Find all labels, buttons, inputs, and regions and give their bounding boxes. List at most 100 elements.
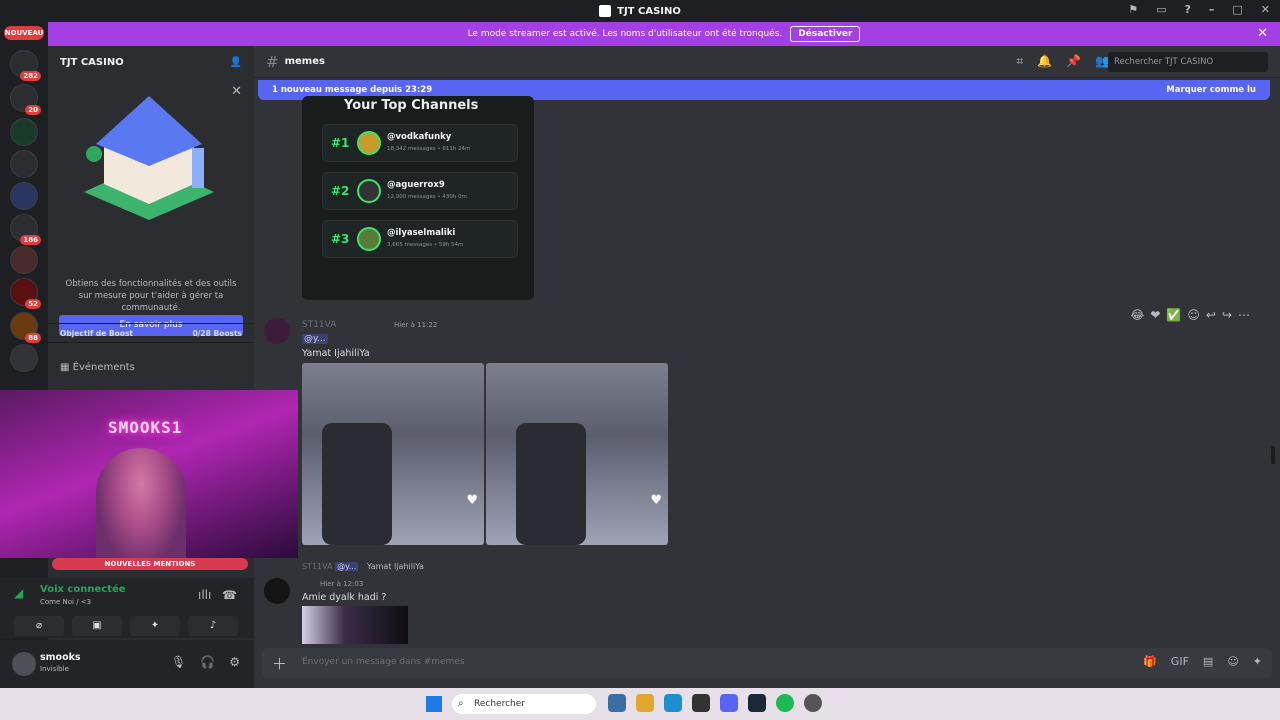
- gif-icon[interactable]: GIF: [1171, 655, 1189, 668]
- more-icon[interactable]: ⋯: [1238, 308, 1250, 322]
- message-author[interactable]: ST11VA: [302, 320, 336, 330]
- headset-icon[interactable]: 🎧: [200, 655, 215, 669]
- app-icon[interactable]: [804, 694, 822, 712]
- heart-icon: ♥: [466, 493, 478, 508]
- message-text: Yamat IjahiliYa: [302, 348, 370, 359]
- close-window-icon[interactable]: ✕: [1261, 3, 1270, 16]
- reply-icon[interactable]: ↩: [1206, 308, 1216, 322]
- rank-meta: 18,342 messages • 611h 24m: [387, 146, 471, 152]
- disconnect-icon[interactable]: ☎: [222, 588, 237, 602]
- events-item[interactable]: ▦ Événements: [60, 362, 135, 373]
- reply-preview[interactable]: ST11VA @y... Yamat IjahiliYa: [302, 562, 424, 571]
- maximize-icon[interactable]: □: [1232, 3, 1242, 16]
- spotify-icon[interactable]: [776, 694, 794, 712]
- server-icon[interactable]: [10, 246, 38, 274]
- add-reaction-icon[interactable]: ☺: [1187, 308, 1200, 322]
- folder-icon[interactable]: [10, 344, 38, 372]
- rank-meta: 3,665 messages • 59h 54m: [387, 242, 464, 248]
- file-explorer-icon[interactable]: [608, 694, 626, 712]
- image-attachment[interactable]: ♥: [302, 363, 484, 545]
- store-icon[interactable]: [692, 694, 710, 712]
- server-icon[interactable]: [10, 118, 38, 146]
- noise-icon[interactable]: ıllı: [198, 588, 211, 602]
- activity-button[interactable]: ✦: [130, 616, 180, 636]
- taskbar: ⌕ Rechercher: [0, 688, 1280, 720]
- apps-icon[interactable]: ✦: [1253, 655, 1262, 668]
- steam-icon[interactable]: [748, 694, 766, 712]
- streamer: [96, 448, 186, 558]
- avatar[interactable]: [264, 318, 290, 344]
- mic-icon[interactable]: 🎙: [171, 655, 186, 669]
- top-channels-title: Your Top Channels: [344, 98, 479, 113]
- heart-emoji-icon[interactable]: ❤: [1150, 308, 1160, 322]
- unread-badge: 20: [25, 105, 41, 115]
- emoji-icon[interactable]: ☺: [1227, 655, 1238, 668]
- image-attachment[interactable]: ♥: [486, 363, 668, 545]
- screen-icon[interactable]: ▭: [1156, 3, 1166, 16]
- calendar-icon: ▦: [60, 362, 73, 373]
- signal-icon: ◢: [14, 586, 24, 600]
- server-icon[interactable]: 186: [10, 214, 41, 245]
- close-icon[interactable]: ✕: [1257, 26, 1268, 41]
- server-icon[interactable]: [10, 182, 38, 210]
- windows-start-icon[interactable]: [426, 696, 442, 712]
- server-header[interactable]: TJT CASINO 👤: [48, 46, 254, 78]
- pin-icon[interactable]: 📌: [1066, 54, 1081, 69]
- sticker-icon[interactable]: ▤: [1203, 655, 1213, 668]
- banner-text: Le mode streamer est activé. Les noms d'…: [467, 29, 783, 39]
- folder-icon[interactable]: [636, 694, 654, 712]
- boost-goal[interactable]: Objectif de Boost 0/28 Boosts: [48, 323, 254, 343]
- server-icon[interactable]: 282: [10, 50, 41, 81]
- server-icon[interactable]: 88: [10, 312, 41, 343]
- avatar[interactable]: [12, 652, 36, 676]
- user-mention[interactable]: @y...: [302, 334, 328, 344]
- voice-panel: ◢ Voix connectée Come Noi / <3 ıllı ☎ ⌀ …: [0, 578, 254, 638]
- minimize-icon[interactable]: –: [1209, 3, 1215, 16]
- mark-read-button[interactable]: Marquer comme lu: [1166, 80, 1256, 100]
- taskbar-search-label: Rechercher: [474, 699, 525, 709]
- server-icon[interactable]: 52: [10, 278, 41, 309]
- reply-author: ST11VA: [302, 562, 333, 571]
- settings-icon[interactable]: ⚙: [229, 655, 240, 669]
- gift-icon[interactable]: 🎁: [1143, 655, 1157, 668]
- screenshare-button[interactable]: ▣: [72, 616, 122, 636]
- rank-meta: 12,900 messages • 430h 0m: [387, 194, 467, 200]
- rank-item: #3 @ilyaselmaliki 3,665 messages • 59h 5…: [322, 220, 518, 258]
- avatar[interactable]: [264, 578, 290, 604]
- voice-channel[interactable]: Come Noi / <3: [40, 598, 91, 606]
- hash-icon: #: [266, 52, 279, 71]
- invite-icon[interactable]: 👤: [230, 57, 242, 68]
- user-status: Invisible: [40, 665, 69, 673]
- new-mentions-pill[interactable]: NOUVELLES MENTIONS: [52, 558, 248, 570]
- channel-header: # memes ⌗ 🔔 📌 👥 Rechercher TJT CASINO: [254, 46, 1280, 78]
- reply-mention: @y...: [335, 562, 359, 571]
- discord-icon[interactable]: [720, 694, 738, 712]
- inbox-icon[interactable]: ⚑: [1128, 3, 1138, 16]
- forward-icon[interactable]: ↪: [1222, 308, 1232, 322]
- rank-number: #3: [331, 232, 350, 246]
- channel-name: memes: [284, 56, 325, 67]
- help-icon[interactable]: ?: [1184, 3, 1190, 16]
- server-icon[interactable]: 20: [10, 84, 41, 115]
- scrollbar[interactable]: [1271, 446, 1275, 464]
- search-input[interactable]: Rechercher TJT CASINO: [1108, 52, 1268, 72]
- camera-button[interactable]: ⌀: [14, 616, 64, 636]
- message-composer[interactable]: ＋ Envoyer un message dans #memes 🎁 GIF ▤…: [262, 648, 1272, 678]
- server-icon[interactable]: [10, 150, 38, 178]
- plus-icon[interactable]: ＋: [272, 653, 287, 674]
- avatar: [357, 179, 381, 203]
- laugh-emoji-icon[interactable]: 😂: [1130, 308, 1144, 322]
- image-attachment[interactable]: [302, 606, 408, 644]
- streamer-banner: Le mode streamer est activé. Les noms d'…: [48, 22, 1280, 46]
- rank-number: #1: [331, 136, 350, 150]
- threads-icon[interactable]: ⌗: [1016, 54, 1023, 69]
- unread-badge: 282: [20, 71, 41, 81]
- edge-icon[interactable]: [664, 694, 682, 712]
- check-emoji-icon[interactable]: ✅: [1166, 308, 1181, 322]
- taskbar-search[interactable]: ⌕ Rechercher: [452, 694, 596, 714]
- close-icon[interactable]: ✕: [231, 84, 242, 99]
- disable-button[interactable]: Désactiver: [790, 26, 861, 42]
- bell-icon[interactable]: 🔔: [1037, 54, 1052, 69]
- webcam-overlay: SMOOKS1: [0, 390, 298, 558]
- soundboard-button[interactable]: ♪: [188, 616, 238, 636]
